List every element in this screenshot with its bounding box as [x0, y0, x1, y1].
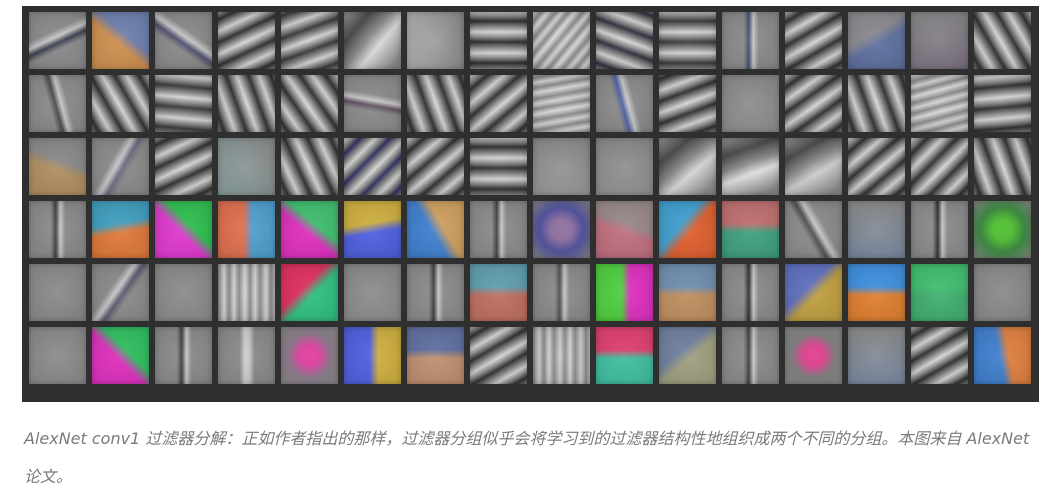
filter-cell — [911, 201, 968, 258]
filter-cell — [659, 201, 716, 258]
filter-cell — [344, 75, 401, 132]
filter-cell — [974, 75, 1031, 132]
filter-cell — [407, 12, 464, 69]
filter-cell — [407, 201, 464, 258]
filter-cell — [155, 138, 212, 195]
filter-cell — [218, 75, 275, 132]
filter-cell — [92, 12, 149, 69]
filter-cell — [92, 138, 149, 195]
filter-cell — [659, 327, 716, 384]
filter-cell — [848, 327, 905, 384]
filter-cell — [29, 12, 86, 69]
filter-cell — [659, 138, 716, 195]
filter-cell — [722, 201, 779, 258]
filter-cell — [407, 264, 464, 321]
filter-cell — [29, 201, 86, 258]
filter-cell — [218, 264, 275, 321]
filter-cell — [281, 327, 338, 384]
filter-cell — [533, 75, 590, 132]
filter-cell — [29, 264, 86, 321]
filter-cell — [533, 327, 590, 384]
filter-cell — [596, 264, 653, 321]
filter-cell — [155, 12, 212, 69]
filter-grid — [29, 12, 1031, 384]
filter-cell — [722, 75, 779, 132]
filter-cell — [785, 75, 842, 132]
alexnet-filter-grid-image — [22, 6, 1039, 402]
filter-cell — [596, 201, 653, 258]
filter-cell — [974, 12, 1031, 69]
filter-cell — [344, 12, 401, 69]
filter-cell — [722, 264, 779, 321]
filter-cell — [218, 201, 275, 258]
filter-cell — [911, 138, 968, 195]
filter-cell — [848, 264, 905, 321]
filter-cell — [785, 201, 842, 258]
filter-cell — [92, 264, 149, 321]
filter-cell — [911, 264, 968, 321]
filter-cell — [533, 12, 590, 69]
filter-cell — [911, 12, 968, 69]
filter-cell — [281, 75, 338, 132]
filter-cell — [470, 12, 527, 69]
filter-cell — [596, 327, 653, 384]
filter-cell — [722, 12, 779, 69]
filter-cell — [533, 264, 590, 321]
filter-cell — [92, 201, 149, 258]
filter-cell — [722, 327, 779, 384]
filter-cell — [533, 138, 590, 195]
filter-cell — [470, 201, 527, 258]
filter-cell — [281, 138, 338, 195]
filter-cell — [155, 75, 212, 132]
filter-cell — [659, 12, 716, 69]
filter-cell — [407, 75, 464, 132]
filter-cell — [470, 75, 527, 132]
filter-cell — [974, 327, 1031, 384]
filter-cell — [407, 138, 464, 195]
figure-caption: AlexNet conv1 过滤器分解：正如作者指出的那样，过滤器分组似乎会将学… — [24, 429, 1030, 486]
filter-cell — [281, 264, 338, 321]
filter-cell — [470, 327, 527, 384]
filter-cell — [659, 75, 716, 132]
filter-cell — [281, 201, 338, 258]
filter-cell — [785, 264, 842, 321]
filter-cell — [92, 75, 149, 132]
filter-cell — [155, 264, 212, 321]
filter-cell — [596, 75, 653, 132]
filter-cell — [218, 12, 275, 69]
filter-cell — [470, 138, 527, 195]
filter-cell — [281, 12, 338, 69]
filter-cell — [218, 138, 275, 195]
filter-cell — [29, 327, 86, 384]
filter-cell — [848, 201, 905, 258]
filter-cell — [785, 12, 842, 69]
filter-cell — [407, 327, 464, 384]
filter-cell — [92, 327, 149, 384]
filter-cell — [848, 12, 905, 69]
filter-cell — [848, 138, 905, 195]
filter-cell — [911, 75, 968, 132]
filter-cell — [848, 75, 905, 132]
filter-cell — [155, 327, 212, 384]
filter-cell — [596, 138, 653, 195]
filter-cell — [974, 201, 1031, 258]
filter-cell — [785, 138, 842, 195]
filter-cell — [659, 264, 716, 321]
filter-cell — [533, 201, 590, 258]
filter-cell — [218, 327, 275, 384]
filter-cell — [722, 138, 779, 195]
filter-cell — [344, 327, 401, 384]
filter-cell — [785, 327, 842, 384]
filter-cell — [344, 201, 401, 258]
filter-cell — [29, 138, 86, 195]
filter-cell — [29, 75, 86, 132]
filter-cell — [344, 138, 401, 195]
filter-cell — [911, 327, 968, 384]
filter-cell — [155, 201, 212, 258]
filter-cell — [974, 264, 1031, 321]
filter-cell — [344, 264, 401, 321]
filter-cell — [974, 138, 1031, 195]
filter-cell — [470, 264, 527, 321]
filter-cell — [596, 12, 653, 69]
